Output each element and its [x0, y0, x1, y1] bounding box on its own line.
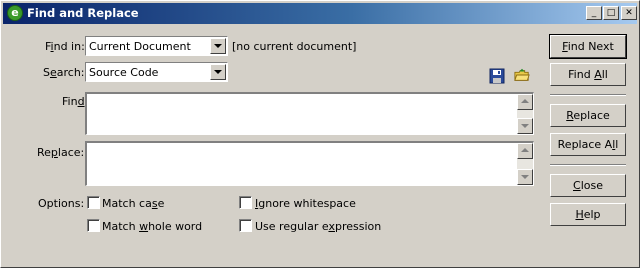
minimize-button[interactable]: _ [586, 6, 602, 20]
search-value: Source Code [89, 66, 159, 79]
help-button[interactable]: Help [550, 203, 626, 226]
find-scrollbar[interactable] [517, 94, 533, 134]
separator [550, 164, 626, 166]
title-bar[interactable]: e Find and Replace _ □ ✕ [3, 3, 637, 24]
use-regex-label[interactable]: Use regular expression [255, 220, 381, 233]
app-icon: e [7, 5, 23, 21]
replace-textarea[interactable] [85, 141, 534, 186]
scroll-down-icon[interactable] [517, 118, 533, 134]
floppy-disk-icon[interactable] [489, 68, 505, 84]
search-label: Search: [43, 66, 85, 79]
separator [550, 94, 626, 96]
find-all-button[interactable]: Find All [550, 63, 626, 86]
ignore-whitespace-checkbox[interactable] [239, 196, 252, 209]
replace-all-button[interactable]: Replace All [550, 133, 626, 156]
maximize-button[interactable]: □ [603, 6, 619, 20]
use-regex-checkbox[interactable] [239, 219, 252, 232]
chevron-down-icon[interactable] [210, 38, 226, 54]
chevron-down-icon[interactable] [210, 64, 226, 80]
find-in-value: Current Document [89, 40, 191, 53]
ignore-whitespace-label[interactable]: Ignore whitespace [255, 197, 356, 210]
find-in-label: Find in: [45, 40, 85, 53]
open-folder-icon[interactable] [514, 67, 530, 83]
scroll-up-icon[interactable] [517, 143, 533, 159]
find-replace-dialog: e Find and Replace _ □ ✕ Find in: Curren… [0, 0, 640, 268]
replace-scrollbar[interactable] [517, 143, 533, 185]
replace-label: Replace: [37, 146, 85, 159]
find-in-select[interactable]: Current Document [85, 36, 228, 56]
window-title: Find and Replace [27, 6, 139, 20]
find-textarea[interactable] [85, 92, 534, 135]
find-next-button[interactable]: Find Next [549, 34, 627, 59]
scroll-up-icon[interactable] [517, 94, 533, 110]
match-case-checkbox[interactable] [87, 196, 100, 209]
match-case-label[interactable]: Match case [102, 197, 164, 210]
close-window-button[interactable]: ✕ [621, 6, 637, 20]
search-select[interactable]: Source Code [85, 62, 228, 82]
match-whole-word-label[interactable]: Match whole word [102, 220, 202, 233]
scroll-down-icon[interactable] [517, 169, 533, 185]
options-label: Options: [38, 197, 85, 210]
match-whole-word-checkbox[interactable] [87, 219, 100, 232]
replace-button[interactable]: Replace [550, 104, 626, 127]
close-button[interactable]: Close [550, 174, 626, 197]
current-document-note: [no current document] [232, 40, 357, 53]
